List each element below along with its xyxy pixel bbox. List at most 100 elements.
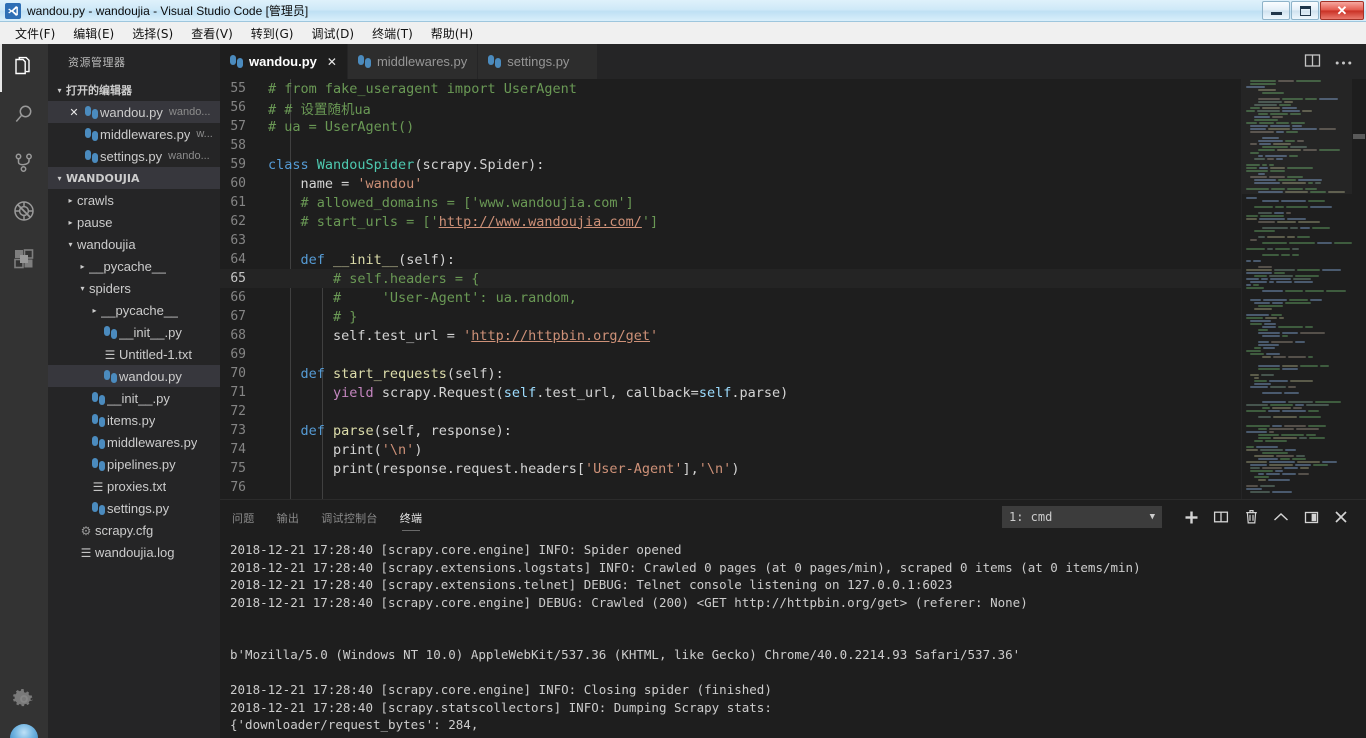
tree-file[interactable]: __init__.py: [48, 387, 220, 409]
tree-file[interactable]: __init__.py: [48, 321, 220, 343]
python-file-icon: [91, 413, 105, 427]
close-icon[interactable]: ✕: [327, 55, 337, 69]
panel-tab[interactable]: 问题: [232, 501, 255, 533]
editor-tab[interactable]: wandou.py ✕: [220, 44, 348, 79]
activitybar-item-debug[interactable]: [0, 188, 48, 236]
menu-terminal[interactable]: 终端(T): [363, 23, 422, 44]
menubar: 文件(F) 编辑(E) 选择(S) 查看(V) 转到(G) 调试(D) 终端(T) 帮助(H): [0, 22, 1366, 44]
chevron-up-icon[interactable]: [1266, 504, 1296, 530]
chevron-right-icon: [64, 196, 77, 205]
add-terminal-icon[interactable]: [1176, 504, 1206, 530]
tree-file[interactable]: pipelines.py: [48, 453, 220, 475]
menu-goto[interactable]: 转到(G): [242, 23, 303, 44]
account-avatar-icon[interactable]: [10, 724, 38, 738]
line-number: 69: [230, 347, 246, 362]
menu-selection[interactable]: 选择(S): [123, 23, 182, 44]
activitybar-item-extensions[interactable]: [0, 236, 48, 284]
open-editor-item[interactable]: ✕ wandou.py wando...: [48, 101, 220, 123]
terminal-line: b'Mozilla/5.0 (Windows NT 10.0) AppleWeb…: [230, 647, 1021, 662]
maximize-button[interactable]: [1291, 1, 1319, 20]
code-line: 63: [220, 231, 1366, 250]
line-number: 63: [230, 233, 246, 248]
project-header[interactable]: WANDOUJIA: [48, 167, 220, 189]
open-editors-header[interactable]: 打开的编辑器: [48, 79, 220, 101]
tree-folder[interactable]: spiders: [48, 277, 220, 299]
line-number: 58: [230, 138, 246, 153]
panel-tab[interactable]: 终端: [400, 501, 423, 533]
tree-file[interactable]: middlewares.py: [48, 431, 220, 453]
open-editor-item[interactable]: middlewares.py w...: [48, 123, 220, 145]
menu-file[interactable]: 文件(F): [6, 23, 64, 44]
code-text: yield scrapy.Request(self.test_url, call…: [333, 384, 789, 401]
tree-file[interactable]: ⚙ scrapy.cfg: [48, 519, 220, 541]
code-text: # 'User-Agent': ua.random,: [268, 289, 577, 306]
tree-item-label: pipelines.py: [107, 456, 176, 472]
more-actions-icon[interactable]: [1335, 54, 1352, 69]
activitybar-item-search[interactable]: [0, 92, 48, 140]
tree-file[interactable]: settings.py: [48, 497, 220, 519]
editor-minimap[interactable]: [1241, 79, 1352, 499]
tree-folder[interactable]: crawls: [48, 189, 220, 211]
tree-folder[interactable]: __pycache__: [48, 255, 220, 277]
close-icon[interactable]: ✕: [66, 106, 82, 119]
panel-tab[interactable]: 调试控制台: [321, 501, 378, 533]
code-editor[interactable]: 55 # from fake_useragent import UserAgent…: [220, 79, 1366, 499]
open-editors-label: 打开的编辑器: [66, 84, 132, 97]
code-text: print(response.request.headers['User-Age…: [268, 460, 740, 477]
tree-file[interactable]: ☰ Untitled-1.txt: [48, 343, 220, 365]
tree-file[interactable]: ☰ proxies.txt: [48, 475, 220, 497]
minimap-slider[interactable]: [1242, 79, 1352, 194]
close-button[interactable]: ✕: [1320, 1, 1364, 20]
activitybar-bottom: [0, 676, 48, 738]
activitybar-item-explorer[interactable]: [0, 44, 48, 92]
search-icon: [12, 103, 36, 130]
tree-file[interactable]: wandou.py: [48, 365, 220, 387]
terminal-output[interactable]: 2018-12-21 17:28:40 [scrapy.core.engine]…: [220, 534, 1366, 738]
activitybar-item-settings[interactable]: [0, 676, 48, 724]
code-line: 61 # allowed_domains = ['www.wandoujia.c…: [220, 193, 1366, 212]
editor-tab-label: middlewares.py: [376, 54, 468, 69]
chevron-down-icon: ▼: [1149, 512, 1155, 522]
python-file-icon: [84, 149, 98, 163]
menu-debug[interactable]: 调试(D): [302, 23, 363, 44]
editor-scrollbar[interactable]: [1352, 79, 1366, 499]
trash-icon[interactable]: [1236, 504, 1266, 530]
tree-folder[interactable]: pause: [48, 211, 220, 233]
editor-tab[interactable]: settings.py: [478, 44, 599, 79]
tree-item-label: proxies.txt: [107, 478, 167, 494]
panel-tab[interactable]: 输出: [277, 501, 300, 533]
chevron-down-icon: [64, 240, 77, 249]
menu-view[interactable]: 查看(V): [182, 23, 242, 44]
chevron-down-icon: [53, 86, 66, 95]
code-line: 65 # self.headers = {: [220, 269, 1366, 288]
python-file-icon: [357, 55, 371, 68]
tree-folder[interactable]: __pycache__: [48, 299, 220, 321]
open-editor-item[interactable]: settings.py wando...: [48, 145, 220, 167]
line-number: 61: [230, 195, 246, 210]
terminal-select[interactable]: 1: cmd ▼: [1002, 506, 1162, 528]
terminal-line: 2018-12-21 17:28:40 [scrapy.core.engine]…: [230, 682, 772, 697]
tree-folder[interactable]: wandoujia: [48, 233, 220, 255]
code-line: 76: [220, 478, 1366, 497]
terminal-select-value: 1: cmd: [1009, 510, 1053, 524]
maximize-panel-icon[interactable]: [1296, 504, 1326, 530]
split-editor-icon[interactable]: [1304, 52, 1321, 72]
minimize-button[interactable]: [1262, 1, 1290, 20]
close-panel-icon[interactable]: [1326, 504, 1356, 530]
panel-header: 问题 输出 调试控制台 终端 1: cmd ▼: [220, 499, 1366, 534]
line-number: 74: [230, 442, 246, 457]
split-terminal-icon[interactable]: [1206, 504, 1236, 530]
explorer-sidebar: 资源管理器 打开的编辑器 ✕ wandou.py wando... middlewar…: [48, 44, 220, 738]
activitybar-item-source-control[interactable]: [0, 140, 48, 188]
menu-help[interactable]: 帮助(H): [422, 23, 482, 44]
terminal-line: {'downloader/request_bytes': 284,: [230, 717, 479, 732]
tree-file[interactable]: ☰ wandoujia.log: [48, 541, 220, 563]
editor-tab[interactable]: middlewares.py: [347, 44, 479, 79]
code-line: 55 # from fake_useragent import UserAgent: [220, 79, 1366, 98]
code-line: 74 print('\n'): [220, 440, 1366, 459]
line-number: 75: [230, 461, 246, 476]
menu-edit[interactable]: 编辑(E): [64, 23, 123, 44]
editor-tabs: wandou.py ✕ middlewares.py settings.py: [220, 44, 1366, 79]
tree-file[interactable]: items.py: [48, 409, 220, 431]
scrollbar-thumb[interactable]: [1353, 134, 1365, 139]
